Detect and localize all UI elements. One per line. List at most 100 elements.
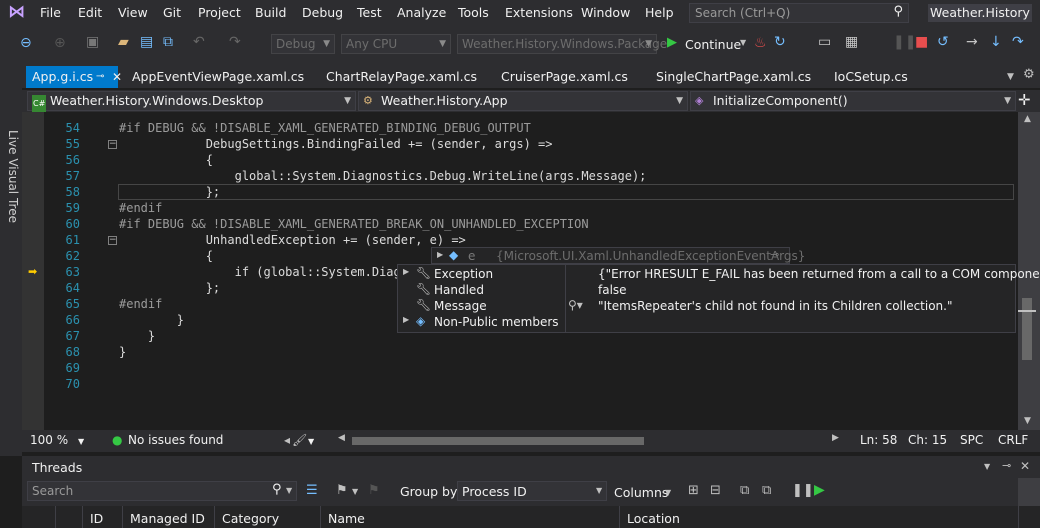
collapse-all-icon[interactable]: ⊟ (710, 483, 721, 498)
gear-icon[interactable]: ⚙ (1023, 67, 1035, 82)
column-header-id[interactable]: ID (90, 511, 103, 526)
break-all-icon[interactable]: ❚❚ (893, 34, 916, 50)
navigate-forward-icon[interactable]: ⊕ (54, 35, 66, 51)
columns-button[interactable]: Columns (614, 485, 668, 500)
pin-icon[interactable]: ⊸ (1002, 459, 1011, 472)
expand-all-icon[interactable]: ⊞ (688, 483, 699, 498)
save-icon[interactable]: ▤ (140, 34, 153, 50)
horizontal-scroll-thumb[interactable] (352, 437, 644, 445)
vs-logo-icon[interactable]: ⋈ (8, 2, 25, 22)
menu-test[interactable]: Test (357, 5, 382, 20)
column-divider[interactable] (619, 506, 620, 528)
datatip-row-message[interactable]: 🔧︎ Message ⚲▾ "ItemsRepeater's child not… (398, 298, 1015, 314)
scroll-left-icon[interactable]: ◀ (338, 433, 345, 443)
member-select[interactable]: ◈ InitializeComponent() ▼ (690, 91, 1016, 111)
column-header-name[interactable]: Name (328, 511, 365, 526)
column-header-managed-id[interactable]: Managed ID (130, 511, 205, 526)
pin-icon[interactable]: ⊸ (770, 248, 779, 261)
column-divider[interactable] (82, 506, 83, 528)
freeze-threads-icon[interactable]: ⧉ (740, 483, 749, 498)
menu-project[interactable]: Project (198, 5, 241, 20)
flag-icon[interactable]: ⚑ (336, 483, 348, 498)
menu-debug[interactable]: Debug (302, 5, 343, 20)
camera-icon[interactable]: ▭ (818, 34, 831, 50)
menu-git[interactable]: Git (163, 5, 181, 20)
datatip-row-non-public[interactable]: ▶ ◈ Non-Public members (398, 314, 1015, 330)
column-divider[interactable] (55, 506, 56, 528)
continue-button[interactable]: ▶ Continue ▼ (664, 34, 748, 54)
window-layout-icon[interactable]: ▦ (845, 34, 858, 50)
horizontal-scroll-track[interactable]: ◀ ▶ (338, 433, 842, 446)
datatip-row-exception[interactable]: ▶ 🔧︎ Exception {"Error HRESULT E_FAIL ha… (398, 266, 1040, 282)
tab-singlechartpage[interactable]: SingleChartPage.xaml.cs (656, 66, 811, 88)
group-by-select[interactable]: Process ID ▼ (457, 481, 607, 501)
close-icon[interactable]: ✕ (1020, 459, 1030, 473)
column-header-location[interactable]: Location (627, 511, 680, 526)
indicator-margin[interactable]: ➡ (22, 112, 44, 430)
menu-tools[interactable]: Tools (458, 5, 489, 20)
scroll-right-icon[interactable]: ▶ (832, 433, 839, 443)
menu-file[interactable]: File (40, 5, 61, 20)
threads-search-input[interactable]: Search ⚲ ▼ (27, 481, 297, 501)
chevron-down-icon[interactable]: ▼ (308, 437, 314, 446)
column-header-category[interactable]: Category (222, 511, 279, 526)
expand-icon[interactable]: ▶ (403, 267, 409, 276)
save-all-icon[interactable]: ⧉ (163, 34, 173, 50)
tab-chartrelaypage[interactable]: ChartRelayPage.xaml.cs (326, 66, 477, 88)
magnifier-icon[interactable]: ⚲▾ (568, 298, 583, 312)
chevron-down-icon[interactable]: ▼ (286, 486, 292, 495)
thaw-threads-icon[interactable]: ⧉ (762, 483, 771, 498)
column-divider[interactable] (320, 506, 321, 528)
stop-debugging-icon[interactable]: ■ (915, 34, 928, 50)
menu-edit[interactable]: Edit (78, 5, 102, 20)
collapse-icon[interactable]: − (108, 140, 117, 149)
scroll-left-icon[interactable]: ◂ (284, 433, 290, 447)
scroll-down-icon[interactable]: ▼ (1024, 416, 1031, 426)
menu-view[interactable]: View (118, 5, 148, 20)
tab-overflow-icon[interactable]: ▼ (1007, 72, 1014, 82)
threads-scrollbar[interactable] (1018, 478, 1040, 506)
tab-app-g-i-cs[interactable]: App.g.i.cs ⊸ ✕ (26, 66, 122, 88)
restart-icon[interactable]: ↻ (774, 34, 786, 50)
menu-extensions[interactable]: Extensions (505, 5, 573, 20)
tab-cruiserpage[interactable]: CruiserPage.xaml.cs (501, 66, 628, 88)
column-indicator[interactable]: Ch: 15 (908, 433, 947, 447)
chevron-down-icon[interactable]: ▼ (984, 462, 990, 471)
step-into-icon[interactable]: ↓ (990, 34, 1002, 50)
project-select[interactable]: C# Weather.History.Windows.Desktop ▼ (27, 91, 356, 113)
new-item-icon[interactable]: ▣ (86, 34, 99, 50)
expand-icon[interactable]: ▶ (437, 250, 443, 259)
line-indicator[interactable]: Ln: 58 (860, 433, 897, 447)
tab-iocsetup[interactable]: IoCSetup.cs (834, 66, 908, 88)
solution-config-select[interactable]: Debug ▼ (271, 34, 335, 54)
play-icon[interactable]: ▶ (814, 482, 825, 498)
close-icon[interactable]: ✕ (112, 66, 122, 88)
menu-build[interactable]: Build (255, 5, 286, 20)
column-divider[interactable] (122, 506, 123, 528)
startup-project-select[interactable]: Weather.History.Windows.Package ▼ (457, 34, 667, 54)
chevron-down-icon[interactable]: ▼ (78, 437, 84, 446)
whitespace-indicator[interactable]: SPC (960, 433, 983, 447)
platform-select[interactable]: Any CPU ▼ (341, 34, 451, 54)
datatip-row-handled[interactable]: 🔧︎ Handled false (398, 282, 1015, 298)
step-over-icon[interactable]: ↷ (1012, 34, 1024, 50)
menu-help[interactable]: Help (645, 5, 674, 20)
restart-debugging-icon[interactable]: ↺ (937, 34, 949, 50)
redo-icon[interactable]: ↷ (229, 34, 241, 50)
show-next-statement-icon[interactable]: → (966, 34, 978, 50)
search-input[interactable]: Search (Ctrl+Q) ⚲ (689, 3, 909, 23)
menu-analyze[interactable]: Analyze (397, 5, 446, 20)
scroll-up-icon[interactable]: ▲ (1024, 114, 1031, 124)
collapse-icon[interactable]: − (108, 236, 117, 245)
column-divider[interactable] (214, 506, 215, 528)
line-ending-indicator[interactable]: CRLF (998, 433, 1028, 447)
flag-just-my-code-icon[interactable]: ⚑ (368, 483, 380, 498)
brush-icon[interactable]: 🖌︎ (292, 433, 307, 447)
tab-appeventviewpage[interactable]: AppEventViewPage.xaml.cs (132, 66, 304, 88)
pause-icon[interactable]: ❚❚ (792, 483, 814, 498)
scroll-thumb[interactable] (1022, 298, 1032, 360)
expand-icon[interactable]: ▶ (403, 315, 409, 324)
chevron-down-icon[interactable]: ▼ (352, 487, 358, 496)
menu-window[interactable]: Window (581, 5, 630, 20)
live-visual-tree-tab[interactable]: Live Visual Tree (6, 130, 20, 223)
